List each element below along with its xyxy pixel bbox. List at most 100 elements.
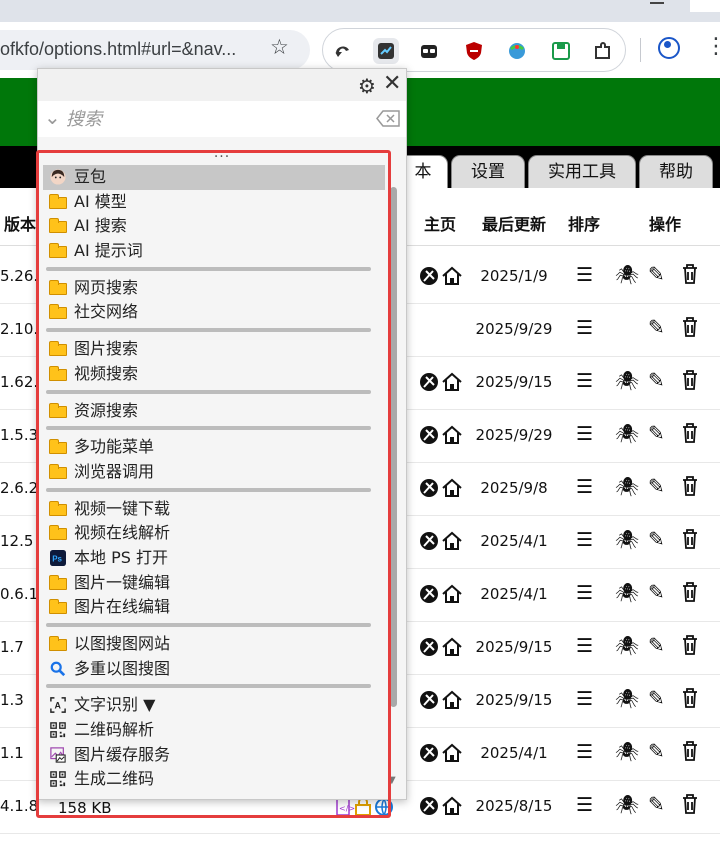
bug-icon[interactable]: 🕷︎ xyxy=(615,581,639,604)
trash-icon[interactable] xyxy=(679,316,701,338)
edit-icon[interactable]: ✎ xyxy=(648,633,665,657)
homepage-link-icon[interactable] xyxy=(419,424,463,446)
menu-item[interactable]: 视频一键下载 xyxy=(43,497,385,522)
edit-icon[interactable]: ✎ xyxy=(648,739,665,763)
menu-item[interactable]: 图片一键编辑 xyxy=(43,571,385,596)
edit-icon[interactable]: ✎ xyxy=(648,262,665,286)
sort-handle-icon[interactable]: ☰ xyxy=(576,423,593,445)
bug-icon[interactable]: 🕷︎ xyxy=(615,475,639,498)
trash-icon[interactable] xyxy=(679,581,701,603)
bug-icon[interactable]: 🕷︎ xyxy=(615,528,639,551)
bug-icon[interactable]: 🕷︎ xyxy=(615,634,639,657)
trash-icon[interactable] xyxy=(679,422,701,444)
menu-item[interactable]: 二维码解析 xyxy=(43,718,385,743)
menu-item[interactable]: 图片在线编辑 xyxy=(43,595,385,620)
profile-icon[interactable] xyxy=(658,37,680,59)
edit-icon[interactable]: ✎ xyxy=(648,792,665,816)
menu-item[interactable]: 视频搜索 xyxy=(43,362,385,387)
bug-icon[interactable]: 🕷︎ xyxy=(615,793,639,816)
trash-icon[interactable] xyxy=(679,634,701,656)
menu-item[interactable]: A 文字识别 ▼ xyxy=(43,693,385,718)
puzzle-icon[interactable] xyxy=(593,41,613,61)
menu-item[interactable]: AI 搜索 xyxy=(43,214,385,239)
tab-help[interactable]: 帮助 xyxy=(639,155,713,188)
menu-item[interactable]: 资源搜索 xyxy=(43,399,385,424)
trash-icon[interactable] xyxy=(679,528,701,550)
window-minimize-button[interactable] xyxy=(650,2,664,4)
homepage-link-icon[interactable] xyxy=(419,742,463,764)
tab-settings[interactable]: 设置 xyxy=(451,155,525,188)
sort-handle-icon[interactable]: ☰ xyxy=(576,582,593,604)
menu-item[interactable]: Ps 本地 PS 打开 xyxy=(43,546,385,571)
menu-item[interactable]: 浏览器调用 xyxy=(43,460,385,485)
drag-grip[interactable]: ... xyxy=(38,146,406,160)
homepage-link-icon[interactable] xyxy=(419,265,463,287)
sort-handle-icon[interactable]: ☰ xyxy=(576,635,593,657)
back-swirl-icon[interactable] xyxy=(333,41,353,61)
trash-icon[interactable] xyxy=(679,687,701,709)
sort-handle-icon[interactable]: ☰ xyxy=(576,688,593,710)
menu-item[interactable]: 视频在线解析 xyxy=(43,521,385,546)
homepage-link-icon[interactable] xyxy=(419,530,463,552)
edit-icon[interactable]: ✎ xyxy=(648,580,665,604)
menu-item[interactable]: 社交网络 xyxy=(43,300,385,325)
edit-icon[interactable]: ✎ xyxy=(648,421,665,445)
trash-icon[interactable] xyxy=(679,475,701,497)
script-extension-icon[interactable] xyxy=(373,38,399,64)
sort-handle-icon[interactable]: ☰ xyxy=(576,741,593,763)
menu-item[interactable]: 豆包 xyxy=(43,165,385,190)
edit-icon[interactable]: ✎ xyxy=(648,474,665,498)
bug-icon[interactable]: 🕷︎ xyxy=(615,687,639,710)
menu-item[interactable]: AI 提示词 xyxy=(43,239,385,264)
sort-handle-icon[interactable]: ☰ xyxy=(576,476,593,498)
menu-item[interactable]: AI 模型 xyxy=(43,190,385,215)
homepage-link-icon[interactable] xyxy=(419,477,463,499)
window-control-area[interactable] xyxy=(690,0,720,12)
edit-icon[interactable]: ✎ xyxy=(648,686,665,710)
clear-input-icon[interactable] xyxy=(376,110,400,127)
trash-icon[interactable] xyxy=(679,369,701,391)
save-icon[interactable] xyxy=(551,41,571,61)
sort-handle-icon[interactable]: ☰ xyxy=(576,794,593,816)
sort-handle-icon[interactable]: ☰ xyxy=(576,529,593,551)
edit-icon[interactable]: ✎ xyxy=(648,368,665,392)
popup-scrollbar[interactable] xyxy=(390,187,397,707)
homepage-link-icon[interactable] xyxy=(419,583,463,605)
globe-bowl-icon[interactable] xyxy=(507,41,527,61)
bug-icon[interactable]: 🕷︎ xyxy=(615,422,639,445)
menu-item[interactable]: 以图搜图网站 xyxy=(43,632,385,657)
shield-icon[interactable] xyxy=(464,41,484,61)
edit-icon[interactable]: ✎ xyxy=(648,315,665,339)
address-bar-url[interactable]: ofkfo/options.html#url=&nav... xyxy=(0,39,236,60)
sort-handle-icon[interactable]: ☰ xyxy=(576,264,593,286)
menu-item[interactable]: 多功能菜单 xyxy=(43,435,385,460)
homepage-link-icon[interactable] xyxy=(419,636,463,658)
bug-icon[interactable]: 🕷︎ xyxy=(615,263,639,286)
homepage-link-icon[interactable] xyxy=(419,795,463,817)
search-input[interactable] xyxy=(66,105,366,133)
menu-item[interactable]: 图片搜索 xyxy=(43,337,385,362)
bug-icon[interactable]: 🕷︎ xyxy=(615,369,639,392)
gear-icon[interactable]: ⚙ xyxy=(358,74,376,98)
edit-icon[interactable]: ✎ xyxy=(648,527,665,551)
sort-handle-icon[interactable]: ☰ xyxy=(576,370,593,392)
menu-item[interactable]: 网页搜索 xyxy=(43,276,385,301)
menu-item[interactable]: 生成二维码 xyxy=(43,767,385,792)
trash-icon[interactable] xyxy=(679,793,701,815)
close-icon[interactable]: ✕ xyxy=(383,71,401,96)
chevron-down-icon[interactable]: ⌄ xyxy=(44,105,61,129)
sunglasses-icon[interactable] xyxy=(419,41,439,61)
tab-tools[interactable]: 实用工具 xyxy=(528,155,636,188)
trash-icon[interactable] xyxy=(679,263,701,285)
bug-icon[interactable]: 🕷︎ xyxy=(615,740,639,763)
bookmark-star-icon[interactable]: ☆ xyxy=(270,35,289,59)
trash-icon[interactable] xyxy=(679,740,701,762)
browser-menu-icon[interactable]: ⋮ xyxy=(705,36,720,58)
scroll-down-arrow-icon[interactable]: ▼ xyxy=(388,775,396,786)
sort-handle-icon[interactable]: ☰ xyxy=(576,317,593,339)
menu-item[interactable]: 图片缓存服务 xyxy=(43,743,385,768)
menu-item[interactable]: 多重以图搜图 xyxy=(43,657,385,682)
homepage-link-icon[interactable] xyxy=(419,371,463,393)
address-bar[interactable]: ofkfo/options.html#url=&nav... ☆ xyxy=(0,30,310,70)
homepage-link-icon[interactable] xyxy=(419,689,463,711)
